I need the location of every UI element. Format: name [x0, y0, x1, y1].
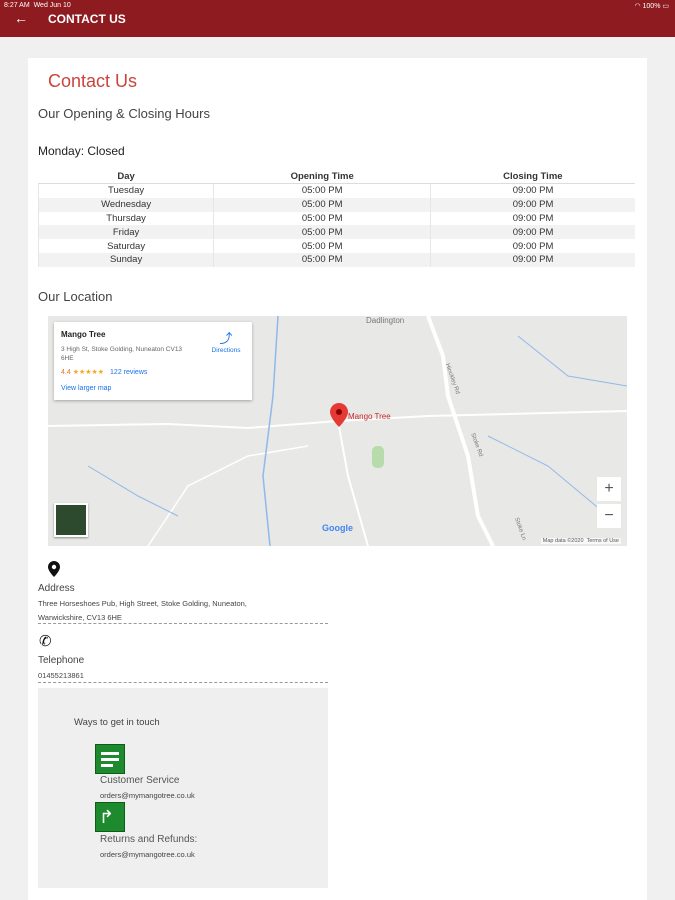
- address-line: Warwickshire, CV13 6HE: [38, 613, 122, 622]
- returns-email[interactable]: orders@mymangotree.co.uk: [100, 850, 195, 859]
- col-header: Opening Time: [213, 170, 431, 184]
- satellite-toggle[interactable]: [54, 503, 88, 537]
- directions-button[interactable]: ⤴ Directions: [206, 328, 246, 354]
- status-time: 8:27 AM Wed Jun 10: [4, 2, 71, 9]
- place-name: Mango Tree: [61, 330, 106, 339]
- reviews-link[interactable]: 122 reviews: [110, 369, 147, 376]
- col-header: Day: [38, 170, 214, 184]
- ways-heading: Ways to get in touch: [74, 717, 160, 728]
- table-row: Tuesday 05:00 PM 09:00 PM: [37, 183, 635, 198]
- telephone-label: Telephone: [38, 655, 85, 666]
- battery-icon: ▭: [662, 3, 669, 10]
- customer-service-icon: [95, 744, 125, 774]
- col-header: Closing Time: [430, 170, 635, 184]
- town-label: Dadlington: [366, 316, 405, 325]
- phone-icon: ✆: [39, 633, 52, 650]
- stars-icon: ★★★★★: [72, 369, 105, 376]
- address-line: Three Horseshoes Pub, High Street, Stoke…: [38, 599, 247, 608]
- map-pin-icon[interactable]: [330, 403, 348, 427]
- hours-table: Day Opening Time Closing Time Tuesday 05:…: [37, 170, 635, 267]
- hours-heading: Our Opening & Closing Hours: [38, 106, 210, 121]
- wifi-icon: ◠: [634, 3, 641, 10]
- zoom-out-button[interactable]: −: [597, 504, 621, 528]
- returns-label: Returns and Refunds:: [100, 834, 198, 845]
- divider: [38, 682, 328, 683]
- contact-heading: Contact Us: [48, 71, 138, 91]
- embedded-map[interactable]: Mango Tree 3 High St, Stoke Golding, Nun…: [48, 316, 627, 546]
- directions-icon: ⤴: [219, 331, 233, 346]
- closed-note: Monday: Closed: [38, 144, 125, 158]
- back-arrow-icon[interactable]: ←: [14, 11, 28, 25]
- table-row: Thursday 05:00 PM 09:00 PM: [37, 211, 635, 226]
- place-card: Mango Tree 3 High St, Stoke Golding, Nun…: [54, 322, 252, 400]
- table-row: Wednesday 05:00 PM 09:00 PM: [37, 197, 635, 212]
- ways-to-get-in-touch: Ways to get in touch Customer Service or…: [38, 688, 328, 888]
- customer-service-email[interactable]: orders@mymangotree.co.uk: [100, 791, 195, 800]
- pin-label: Mango Tree: [348, 412, 391, 421]
- page-title: CONTACT US: [48, 12, 126, 26]
- location-pin-icon: [48, 561, 60, 582]
- address-label: Address: [38, 583, 75, 594]
- table-row: Sunday 05:00 PM 09:00 PM: [37, 252, 635, 267]
- divider: [38, 623, 328, 624]
- telephone-number[interactable]: 01455213861: [38, 671, 84, 680]
- customer-service-label: Customer Service: [100, 775, 180, 786]
- content-card: Contact Us Our Opening & Closing Hours M…: [28, 58, 647, 900]
- zoom-in-button[interactable]: +: [597, 477, 621, 501]
- table-row: Saturday 05:00 PM 09:00 PM: [37, 239, 635, 253]
- table-row: Friday 05:00 PM 09:00 PM: [37, 225, 635, 240]
- status-battery: ◠ 100% ▭: [634, 3, 669, 10]
- place-address: 3 High St, Stoke Golding, Nuneaton CV13 …: [61, 346, 183, 362]
- map-attribution: Map data ©2020 Terms of Use: [540, 538, 621, 544]
- location-heading: Our Location: [38, 289, 113, 304]
- place-rating: 4.4 ★★★★★ 122 reviews: [61, 369, 148, 376]
- returns-icon: ↱: [95, 802, 125, 832]
- google-logo: Google: [322, 523, 353, 533]
- view-larger-map-link[interactable]: View larger map: [61, 385, 111, 392]
- app-header: 8:27 AM Wed Jun 10 ◠ 100% ▭ ← CONTACT US: [0, 0, 675, 37]
- terms-link[interactable]: Terms of Use: [587, 538, 619, 544]
